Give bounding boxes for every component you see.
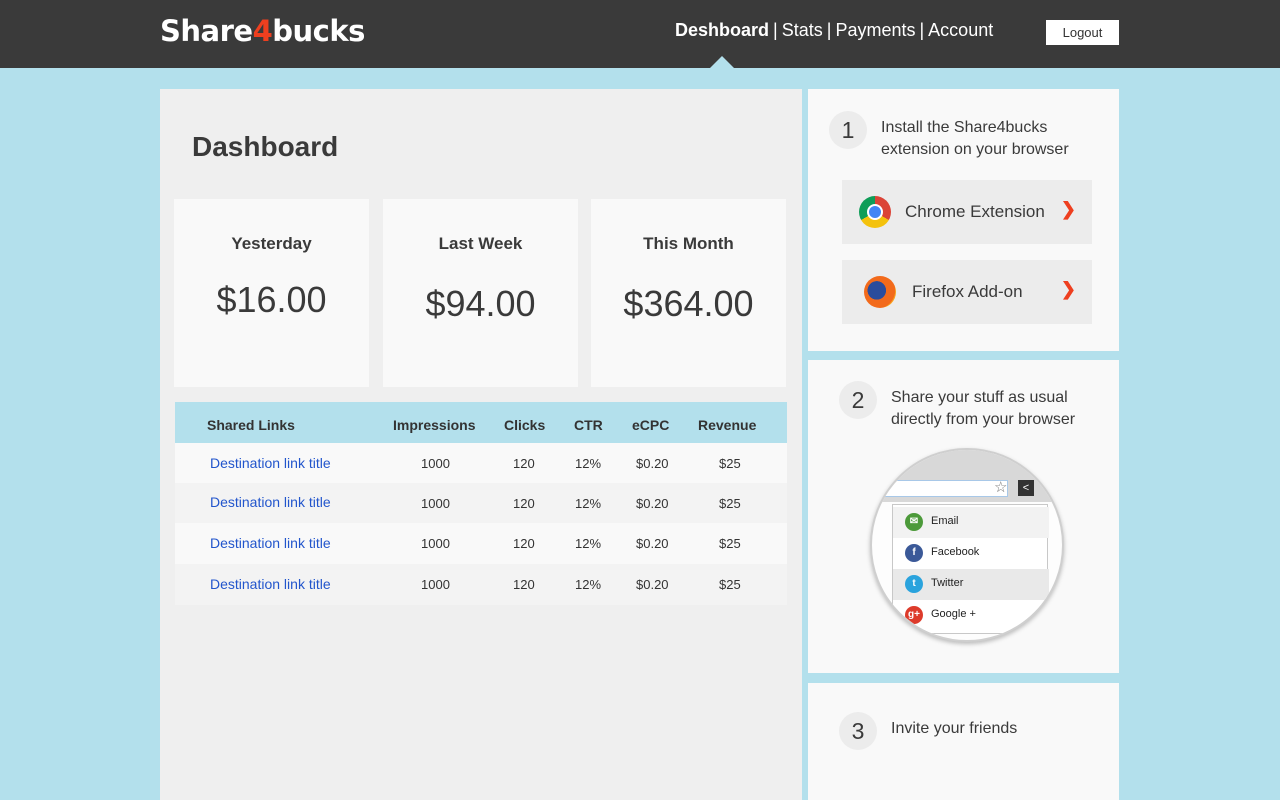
cell-impressions: 1000 xyxy=(421,577,450,592)
main-nav: Deshboard | Stats | Payments | Account xyxy=(675,20,993,41)
share-menu-label: Google + xyxy=(931,608,976,620)
nav-account[interactable]: Account xyxy=(928,20,993,40)
step-invite-panel: 3 Invite your friends xyxy=(808,683,1119,800)
chrome-extension-button[interactable]: Chrome Extension ❯ xyxy=(842,180,1092,244)
earnings-card-last-week: Last Week $94.00 xyxy=(383,199,578,387)
nav-payments[interactable]: Payments xyxy=(835,20,915,40)
chevron-right-icon: ❯ xyxy=(1060,199,1076,219)
email-icon: ✉ xyxy=(905,513,923,531)
table-row: Destination link title 1000 120 12% $0.2… xyxy=(175,523,787,564)
facebook-icon: f xyxy=(905,544,923,562)
firefox-icon xyxy=(864,276,896,308)
active-nav-pointer xyxy=(710,56,734,68)
cell-ctr: 12% xyxy=(575,496,602,511)
firefox-addon-label: Firefox Add-on xyxy=(912,282,1023,301)
share-menu-item-email: ✉ Email xyxy=(893,507,1049,538)
table-row: Destination link title 1000 120 12% $0.2… xyxy=(175,443,787,483)
cell-ecpc: $0.20 xyxy=(636,536,669,551)
browser-url-bar xyxy=(878,480,1008,497)
card-label: Last Week xyxy=(438,234,523,253)
column-header-clicks: Clicks xyxy=(504,417,546,433)
destination-link[interactable]: Destination link title xyxy=(210,535,331,551)
google-plus-icon: g+ xyxy=(905,606,923,624)
bookmark-star-icon: ☆ xyxy=(994,479,1008,496)
cell-ctr: 12% xyxy=(575,456,602,471)
logo[interactable]: Share4bucks xyxy=(160,14,365,48)
nav-separator: | xyxy=(773,20,778,40)
column-header-shared-links: Shared Links xyxy=(207,417,295,433)
share-menu-illustration: ☆ < ✉ Email f Facebook t Twitter g+ Goog… xyxy=(870,448,1064,642)
cell-revenue: $25 xyxy=(719,536,741,551)
step-number: 2 xyxy=(839,381,877,419)
cell-clicks: 120 xyxy=(513,496,535,511)
cell-ctr: 12% xyxy=(575,536,602,551)
destination-link[interactable]: Destination link title xyxy=(210,455,331,471)
cell-revenue: $25 xyxy=(719,496,741,511)
step-share-panel: 2 Share your stuff as usual directly fro… xyxy=(808,360,1119,673)
table-body: Destination link title 1000 120 12% $0.2… xyxy=(175,443,787,605)
share-menu-item-google-plus: g+ Google + xyxy=(893,600,1049,631)
page-title: Dashboard xyxy=(192,131,339,162)
step-description: Install the Share4bucks extension on you… xyxy=(881,119,1069,158)
logo-text-part2: bucks xyxy=(272,14,365,48)
twitter-icon: t xyxy=(905,575,923,593)
table-row: Destination link title 1000 120 12% $0.2… xyxy=(175,483,787,523)
card-amount: $94.00 xyxy=(425,283,536,324)
card-amount: $364.00 xyxy=(623,283,754,324)
table-header: Shared Links Impressions Clicks CTR eCPC… xyxy=(175,402,787,443)
destination-link[interactable]: Destination link title xyxy=(210,494,331,510)
column-header-impressions: Impressions xyxy=(393,417,476,433)
share-menu-label: Email xyxy=(931,515,959,527)
chrome-extension-label: Chrome Extension xyxy=(905,202,1045,221)
cell-ctr: 12% xyxy=(575,577,602,592)
cell-ecpc: $0.20 xyxy=(636,496,669,511)
step-description: Invite your friends xyxy=(891,720,1018,737)
share-menu-item-twitter: t Twitter xyxy=(893,569,1049,600)
cell-revenue: $25 xyxy=(719,456,741,471)
cell-clicks: 120 xyxy=(513,456,535,471)
column-header-revenue: Revenue xyxy=(698,417,757,433)
share-icon: < xyxy=(1018,480,1034,496)
cell-impressions: 1000 xyxy=(421,536,450,551)
column-header-ctr: CTR xyxy=(574,417,603,433)
nav-dashboard[interactable]: Deshboard xyxy=(675,20,769,40)
step-install-panel: 1 Install the Share4bucks extension on y… xyxy=(808,89,1119,351)
table-row: Destination link title 1000 120 12% $0.2… xyxy=(175,564,787,605)
top-navbar: Share4bucks Deshboard | Stats | Payments | Acc… xyxy=(0,0,1280,68)
destination-link[interactable]: Destination link title xyxy=(210,576,331,592)
cell-ecpc: $0.20 xyxy=(636,577,669,592)
share-menu-label: Facebook xyxy=(931,546,980,558)
shared-links-table: Shared Links Impressions Clicks CTR eCPC… xyxy=(175,402,787,605)
chevron-right-icon: ❯ xyxy=(1060,279,1076,299)
share-menu-label: Twitter xyxy=(931,577,964,589)
card-amount: $16.00 xyxy=(216,279,327,320)
chrome-icon xyxy=(859,196,891,228)
nav-separator: | xyxy=(826,20,832,40)
logo-text-accent: 4 xyxy=(252,14,273,48)
share-menu: ✉ Email f Facebook t Twitter g+ Google + xyxy=(892,504,1049,634)
cell-clicks: 120 xyxy=(513,536,535,551)
step-number: 3 xyxy=(839,712,877,750)
cell-impressions: 1000 xyxy=(421,456,450,471)
dashboard-panel: Dashboard Yesterday $16.00 Last Week $94… xyxy=(160,89,802,800)
cell-clicks: 120 xyxy=(513,577,535,592)
earnings-card-this-month: This Month $364.00 xyxy=(591,199,786,387)
cell-revenue: $25 xyxy=(719,577,741,592)
card-label: Yesterday xyxy=(231,234,312,253)
cell-ecpc: $0.20 xyxy=(636,456,669,471)
earnings-card-yesterday: Yesterday $16.00 xyxy=(174,199,369,387)
cell-impressions: 1000 xyxy=(421,496,450,511)
firefox-addon-button[interactable]: Firefox Add-on ❯ xyxy=(842,260,1092,324)
card-label: This Month xyxy=(643,234,734,253)
nav-stats[interactable]: Stats xyxy=(782,20,823,40)
share-menu-item-facebook: f Facebook xyxy=(893,538,1049,569)
step-description: Share your stuff as usual directly from … xyxy=(891,389,1076,428)
logout-button[interactable]: Logout xyxy=(1046,20,1119,45)
nav-separator: | xyxy=(919,20,925,40)
logo-text-part1: Share xyxy=(160,14,253,48)
column-header-ecpc: eCPC xyxy=(632,417,670,433)
step-number: 1 xyxy=(829,111,867,149)
